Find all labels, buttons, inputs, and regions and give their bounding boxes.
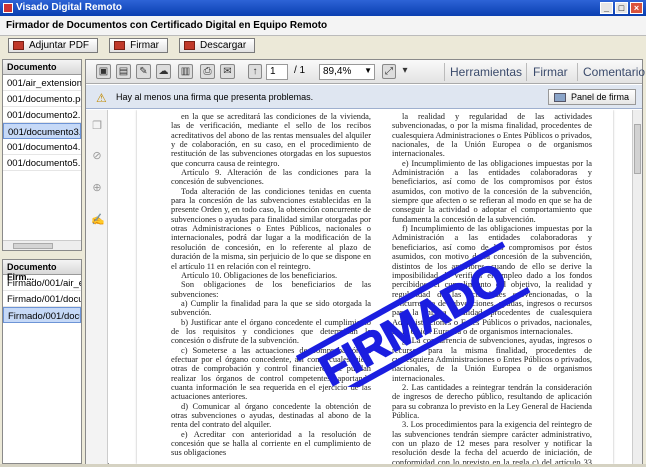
warning-text: Hay al menos una firma que presenta prob… bbox=[116, 92, 314, 102]
menu-separator bbox=[577, 63, 578, 81]
prev-page-icon[interactable]: ↑ bbox=[248, 64, 262, 79]
panel-icon bbox=[553, 93, 566, 102]
signature-panel-label: Panel de firma bbox=[570, 92, 629, 102]
upload-icon[interactable]: ☁ bbox=[156, 64, 171, 79]
print-icon[interactable]: ⎙ bbox=[200, 64, 215, 79]
signed-list: Firmado/001/air_extFirmado/001/documFirm… bbox=[3, 275, 81, 323]
attach-pdf-label: Adjuntar PDF bbox=[29, 40, 90, 51]
document-list-item[interactable]: 001/documento3.pdf bbox=[3, 123, 81, 139]
viewer-side-tools: ❐ ⊘ ⊕ ✍ bbox=[86, 110, 108, 464]
menu-separator bbox=[444, 63, 445, 81]
document-vscroll[interactable] bbox=[632, 110, 642, 464]
minimize-button[interactable]: _ bbox=[600, 2, 613, 14]
open-file-icon[interactable]: ▣ bbox=[96, 64, 111, 79]
sign-label: Firmar bbox=[130, 40, 159, 51]
scroll-thumb[interactable] bbox=[13, 243, 53, 249]
menu-herramientas[interactable]: Herramientas bbox=[450, 65, 522, 79]
document-paragraph: e) Incumplimiento de las obligaciones im… bbox=[392, 158, 592, 224]
signed-list-item[interactable]: Firmado/001/docum bbox=[3, 307, 81, 323]
document-paragraph: Artículo 9. Alteración de las condicione… bbox=[171, 168, 371, 187]
app-window: Visado Digital Remoto _ □ × Firmador de … bbox=[0, 0, 646, 467]
signature-panel-button[interactable]: Panel de firma bbox=[547, 89, 636, 105]
attach-pdf-button[interactable]: Adjuntar PDF bbox=[8, 38, 99, 53]
document-paragraph: e) Acreditar con anterioridad a la resol… bbox=[171, 429, 371, 458]
documents-panel: Documento 001/air_extensions.pdf001/docu… bbox=[2, 59, 82, 251]
document-list-item[interactable]: 001/documento2.pdf bbox=[3, 107, 81, 123]
pdf-viewer: ▣ ▤ ✎ ☁ ▥ ⎙ ✉ ↑ 1 / 1 89,4% ▼ ⤢ ▾ Herrami… bbox=[85, 59, 645, 464]
zoom-select[interactable]: 89,4% ▼ bbox=[319, 64, 375, 80]
viewer-toolbar: ▣ ▤ ✎ ☁ ▥ ⎙ ✉ ↑ 1 / 1 89,4% ▼ ⤢ ▾ Herrami… bbox=[86, 60, 645, 84]
document-paragraph: d) Comunicar al órgano concedente la obt… bbox=[171, 401, 371, 430]
document-list-item[interactable]: 001/documento.pdf bbox=[3, 91, 81, 107]
document-list-item[interactable]: 001/documento5.pdf bbox=[3, 155, 81, 171]
close-button[interactable]: × bbox=[630, 2, 643, 14]
signature-icon[interactable]: ✍ bbox=[91, 214, 105, 226]
signed-list-item[interactable]: Firmado/001/docum bbox=[3, 291, 81, 307]
document-paragraph: 2. Las cantidades a reintegrar tendrán l… bbox=[392, 382, 592, 420]
action-bar: Adjuntar PDF Firmar Descargar bbox=[0, 36, 646, 56]
maximize-button[interactable]: □ bbox=[615, 2, 628, 14]
pages-icon[interactable]: ❐ bbox=[91, 120, 103, 132]
download-label: Descargar bbox=[200, 40, 247, 51]
download-button[interactable]: Descargar bbox=[179, 38, 256, 53]
attachment-icon[interactable]: ⊘ bbox=[91, 150, 103, 162]
app-subtitle: Firmador de Documentos con Certificado D… bbox=[0, 16, 646, 36]
document-paragraph: en la que se acreditará las condiciones … bbox=[171, 112, 371, 168]
warning-icon: ⚠ bbox=[96, 91, 107, 105]
app-icon bbox=[3, 3, 13, 13]
fit-page-icon[interactable]: ⤢ bbox=[382, 64, 396, 79]
chevron-down-icon: ▼ bbox=[364, 66, 372, 75]
document-list-item[interactable]: 001/documento4.pdf bbox=[3, 139, 81, 155]
document-list-item[interactable]: 001/air_extensions.pdf bbox=[3, 75, 81, 91]
email-icon[interactable]: ✉ bbox=[220, 64, 235, 79]
zoom-value: 89,4% bbox=[323, 66, 352, 77]
page-number-input[interactable]: 1 bbox=[266, 64, 288, 80]
documents-hscroll[interactable] bbox=[3, 240, 81, 250]
signed-list-item[interactable]: Firmado/001/air_ext bbox=[3, 275, 81, 291]
edit-icon[interactable]: ✎ bbox=[136, 64, 151, 79]
menu-firmar[interactable]: Firmar bbox=[533, 65, 568, 79]
signature-warning-bar: ⚠ Hay al menos una firma que presenta pr… bbox=[86, 85, 642, 109]
documents-list: 001/air_extensions.pdf001/documento.pdf0… bbox=[3, 75, 81, 171]
scroll-thumb[interactable] bbox=[634, 124, 641, 174]
title-bar: Visado Digital Remoto _ □ × bbox=[0, 0, 646, 16]
menu-separator bbox=[526, 63, 527, 81]
pdf-icon bbox=[13, 41, 24, 50]
document-page: en la que se acreditará las condiciones … bbox=[137, 110, 613, 464]
stamp-text: FIRMADO bbox=[312, 253, 515, 387]
left-sidebar: Documento 001/air_extensions.pdf001/docu… bbox=[2, 59, 82, 464]
firmado-stamp: FIRMADO bbox=[295, 241, 531, 387]
document-paragraph: 3. Los procedimientos para la exigencia … bbox=[392, 420, 592, 464]
signed-header: Documento Firm... bbox=[3, 260, 81, 282]
document-area[interactable]: en la que se acreditará las condiciones … bbox=[109, 110, 642, 464]
window-title: Visado Digital Remoto bbox=[16, 2, 122, 13]
create-pdf-icon[interactable]: ▤ bbox=[116, 64, 131, 79]
documents-header: Documento bbox=[3, 60, 81, 75]
more-tools-icon[interactable]: ▾ bbox=[400, 64, 410, 79]
page-total: / 1 bbox=[294, 65, 306, 76]
document-paragraph: la realidad y regularidad de las activid… bbox=[392, 112, 592, 159]
pdf-icon bbox=[114, 41, 126, 50]
pdf-icon bbox=[184, 41, 196, 50]
signed-panel: Documento Firm... Firmado/001/air_extFir… bbox=[2, 259, 82, 464]
menu-comentario[interactable]: Comentario bbox=[583, 65, 645, 79]
sign-button[interactable]: Firmar bbox=[109, 38, 168, 53]
save-icon[interactable]: ▥ bbox=[178, 64, 193, 79]
binoculars-icon[interactable]: ⊕ bbox=[91, 182, 103, 194]
